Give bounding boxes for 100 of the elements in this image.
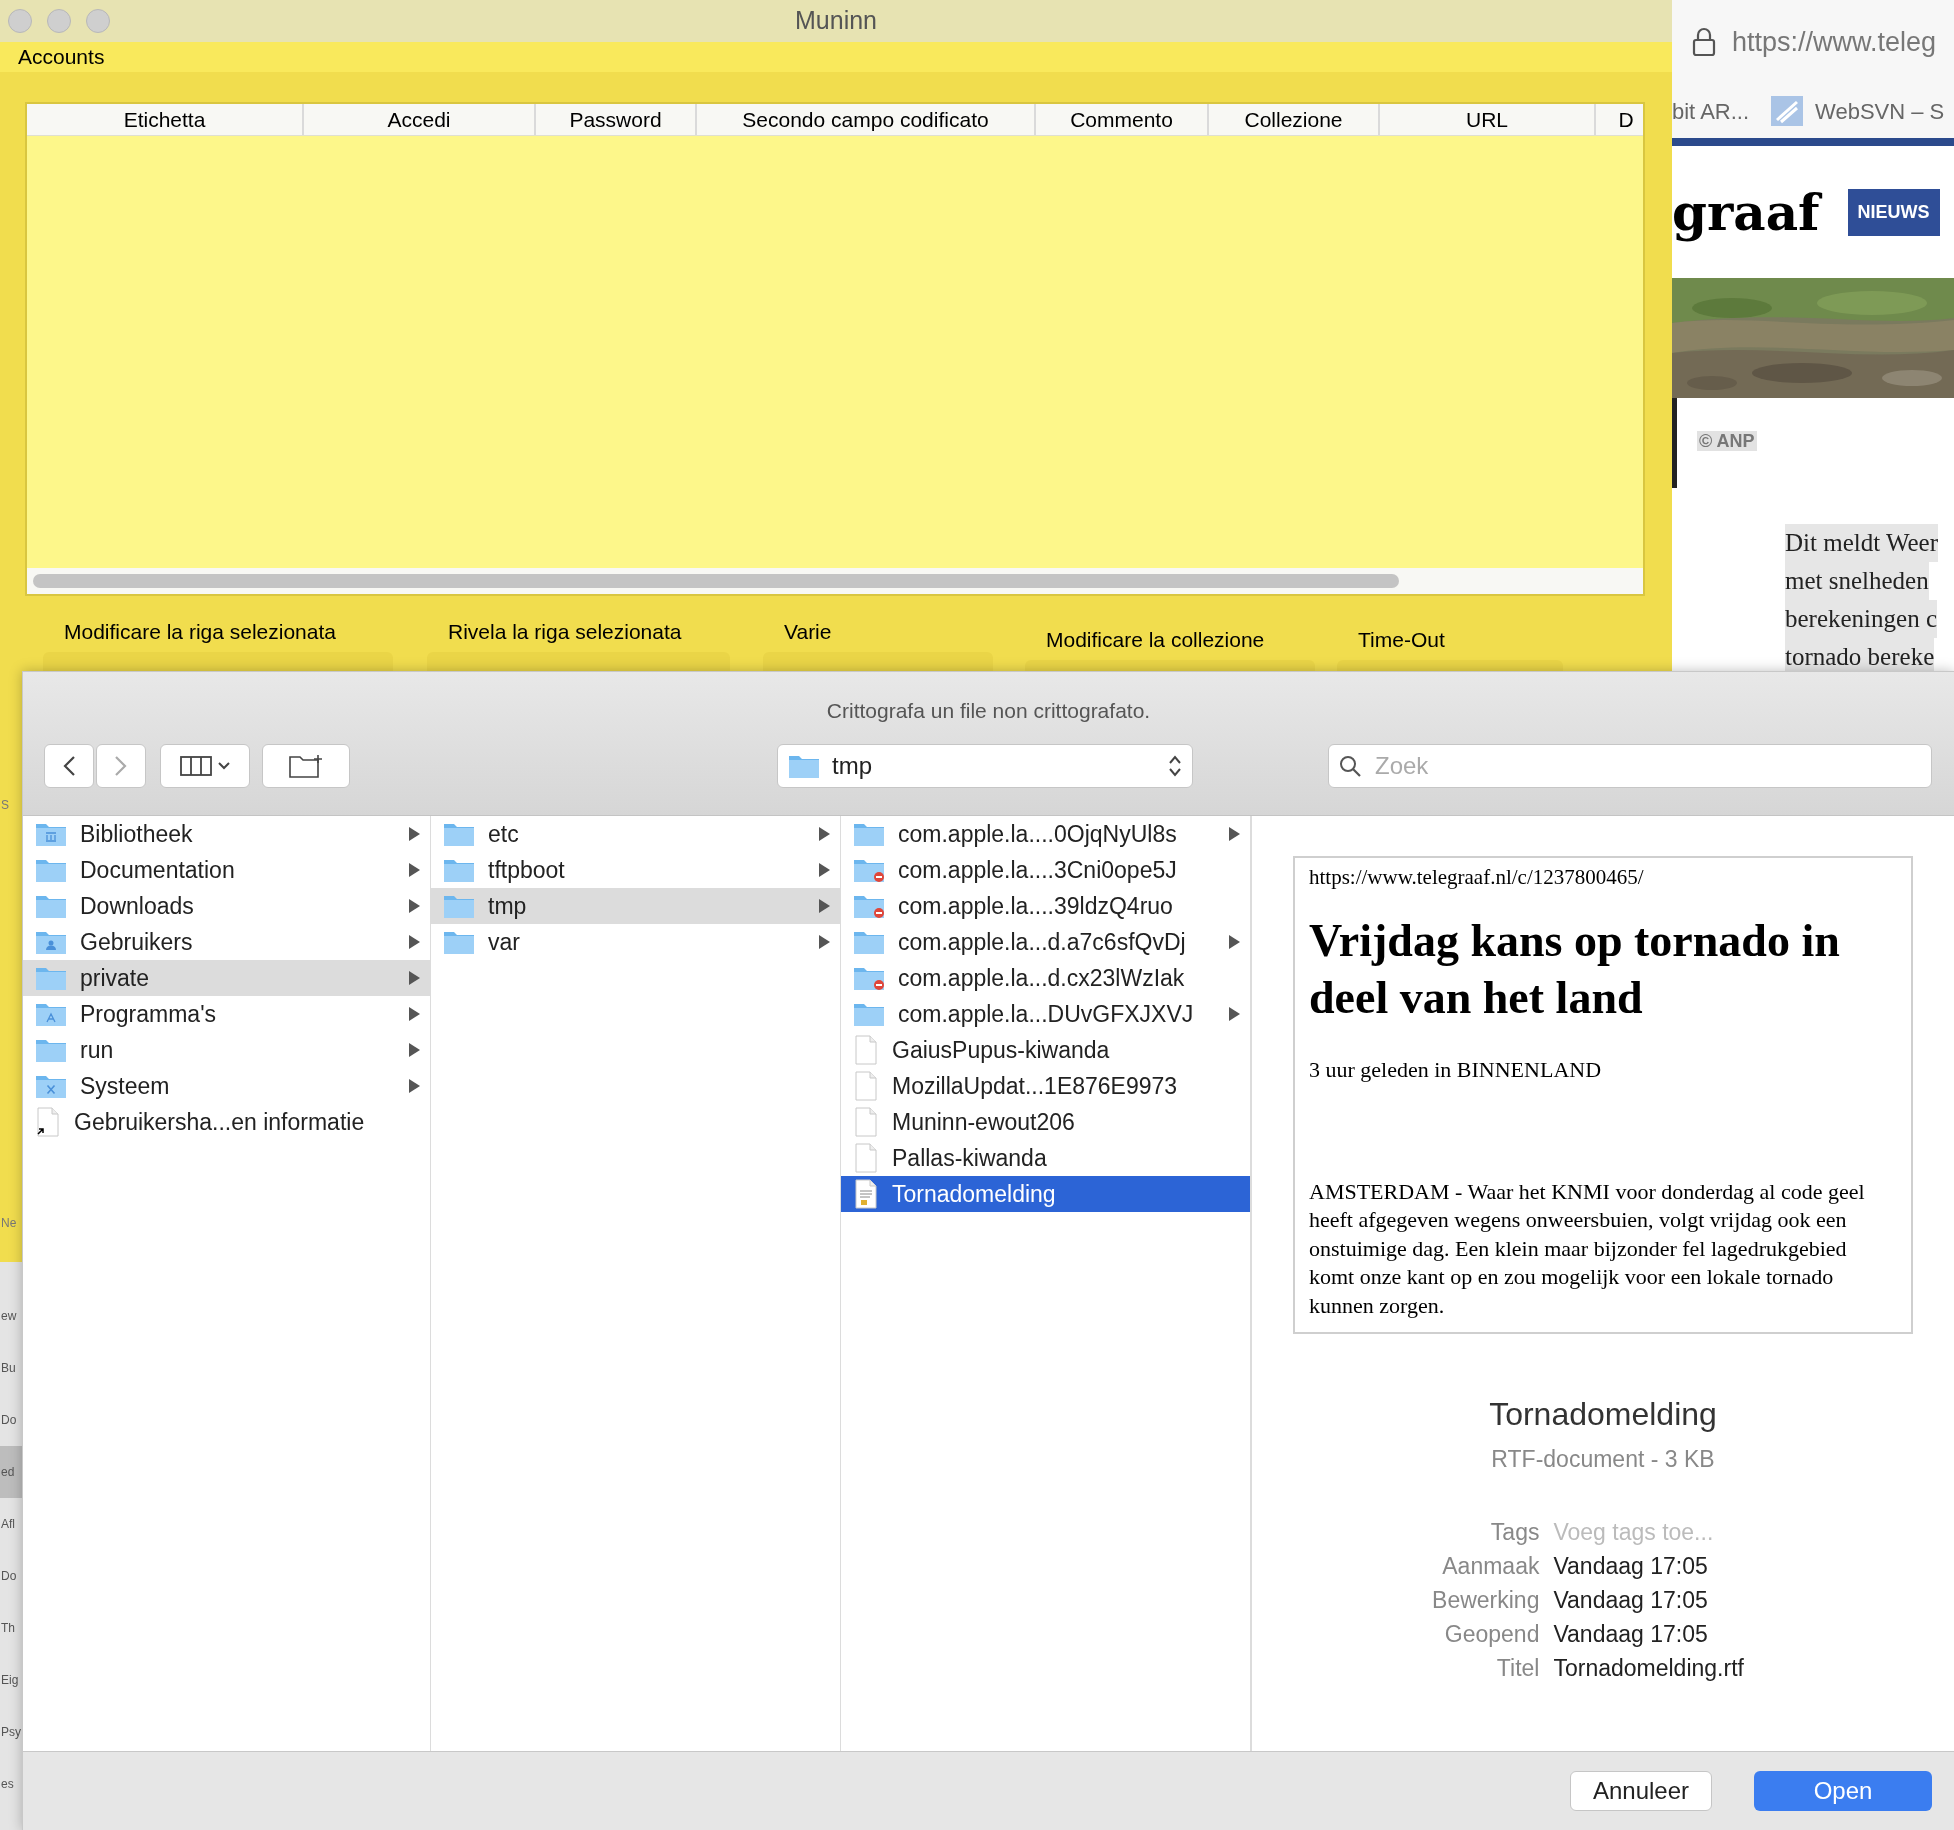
action-label: Time-Out [1358, 627, 1445, 653]
column-header[interactable]: Collezione [1209, 104, 1380, 136]
file-row[interactable]: GaiusPupus-kiwanda [841, 1032, 1250, 1068]
updown-chevron-icon [1168, 753, 1182, 778]
disclosure-triangle-icon [819, 863, 830, 877]
bookmark-link[interactable]: WebSVN – S [1815, 94, 1945, 128]
apps-folder-icon [35, 1001, 67, 1027]
file-name: Tornadomelding [892, 1179, 1056, 1209]
search-icon [1338, 753, 1362, 778]
view-button[interactable] [160, 743, 250, 788]
file-name: com.apple.la...DUvGFXJXVJ [898, 999, 1194, 1029]
column-header[interactable]: Etichetta [27, 104, 304, 136]
info-label: Titel [1495, 1653, 1540, 1683]
cancel-button[interactable]: Annuleer [1570, 1771, 1712, 1811]
document-heading: Vrijdag kans op tornado in deel van het land [1309, 913, 1841, 1025]
column-header[interactable]: D [1596, 104, 1643, 136]
file-row[interactable]: Systeem [23, 1068, 430, 1104]
file-row[interactable]: tftpboot [431, 852, 840, 888]
menu-item[interactable]: Accounts [18, 41, 105, 73]
file-row[interactable]: run [23, 1032, 430, 1068]
info-value: Tornadomelding.rtf [1553, 1653, 1744, 1683]
file-row[interactable]: Documentation [23, 852, 430, 888]
users-folder-icon [35, 929, 67, 955]
alias-document-icon [35, 1107, 61, 1137]
file-row[interactable]: com.apple.la...DUvGFXJXVJ [841, 996, 1250, 1032]
window-title: Muninn [795, 5, 877, 37]
file-name: GaiusPupus-kiwanda [892, 1035, 1110, 1065]
info-label: Bewerking [1432, 1585, 1540, 1615]
search-field[interactable]: Zoek [1328, 743, 1932, 788]
document-meta: 3 uur geleden in BINNENLAND [1309, 1055, 1603, 1084]
info-label: Aanmaak [1441, 1551, 1540, 1581]
file-name: Documentation [80, 855, 235, 885]
article-text: Dit meldt Weer [1785, 524, 1939, 562]
file-row[interactable]: com.apple.la....3Cni0ope5J [841, 852, 1250, 888]
folder-icon [35, 1037, 67, 1063]
file-row[interactable]: Programma's [23, 996, 430, 1032]
file-row[interactable]: MozillaUpdat...1E876E9973 [841, 1068, 1250, 1104]
columns-icon [180, 755, 212, 776]
file-name: com.apple.la....3Cni0ope5J [898, 855, 1177, 885]
open-button[interactable]: Open [1754, 1771, 1932, 1811]
file-name: Muninn-ewout206 [892, 1107, 1075, 1137]
file-row[interactable]: com.apple.la...d.cx23lWzIak [841, 960, 1250, 996]
window-control[interactable] [8, 9, 32, 33]
file-row[interactable]: Muninn-ewout206 [841, 1104, 1250, 1140]
system-folder-icon [35, 1073, 67, 1099]
folder-icon [35, 857, 67, 883]
file-row[interactable]: tmp [431, 888, 840, 924]
column-header[interactable]: Commento [1036, 104, 1209, 136]
folder-icon [443, 857, 475, 883]
text-fragment: Ne [0, 1215, 17, 1232]
folder-icon [443, 821, 475, 847]
file-row[interactable]: com.apple.la...d.a7c6sfQvDj [841, 924, 1250, 960]
action-label: Modificare la collezione [1046, 627, 1265, 653]
file-title: Tornadomelding [1489, 1395, 1717, 1435]
path-popup[interactable]: tmp [777, 743, 1193, 788]
document-icon [853, 1035, 879, 1065]
file-row[interactable]: Pallas-kiwanda [841, 1140, 1250, 1176]
file-row[interactable]: com.apple.la....0OjqNyUl8s [841, 816, 1250, 852]
file-row[interactable]: Gebruikers [23, 924, 430, 960]
section-badge[interactable]: NIEUWS [1847, 188, 1940, 236]
folder-icon [853, 857, 885, 883]
disclosure-triangle-icon [409, 1079, 420, 1093]
file-row[interactable]: etc [431, 816, 840, 852]
column-header[interactable]: Accedi [304, 104, 536, 136]
back-button[interactable] [44, 743, 94, 788]
scrollbar[interactable] [33, 574, 1399, 588]
file-name: MozillaUpdat...1E876E9973 [892, 1071, 1178, 1101]
disclosure-triangle-icon [409, 935, 420, 949]
folder-icon [35, 965, 67, 991]
file-name: Bibliotheek [80, 819, 193, 849]
column-header[interactable]: URL [1380, 104, 1596, 136]
file-row[interactable]: Downloads [23, 888, 430, 924]
file-row[interactable]: Tornadomelding [841, 1176, 1250, 1212]
file-name: run [80, 1035, 114, 1065]
library-folder-icon [35, 821, 67, 847]
column-header[interactable]: Secondo campo codificato [697, 104, 1036, 136]
folder-icon [853, 965, 885, 991]
new-folder-button[interactable] [262, 743, 350, 788]
window-control[interactable] [47, 9, 71, 33]
file-row[interactable]: com.apple.la....39ldzQ4ruo [841, 888, 1250, 924]
document-body: AMSTERDAM - Waar het KNMI voor donderdag al code geel heeft afgegeven wegens onweersbuien, volgt vrijdag ook een onstuimige dag. Een klein maar bijzonder fel lagedrukgebied komt onze kant op en zou mogelijk voor een lokale tornado kunnen zorgen. [1309, 1177, 1866, 1320]
file-row[interactable]: private [23, 960, 430, 996]
window-control[interactable] [86, 9, 110, 33]
file-row[interactable]: var [431, 924, 840, 960]
chevron-down-icon [218, 761, 230, 770]
folder-icon [853, 1001, 885, 1027]
column-header[interactable]: Password [536, 104, 697, 136]
disclosure-triangle-icon [819, 935, 830, 949]
bookmark-link[interactable]: bit AR... [1672, 94, 1750, 128]
disclosure-triangle-icon [409, 1007, 420, 1021]
file-name: Downloads [80, 891, 194, 921]
disclosure-triangle-icon [1229, 935, 1240, 949]
file-name: tmp [488, 891, 527, 921]
url-text[interactable]: https://www.teleg [1732, 21, 1937, 63]
folder-icon [853, 893, 885, 919]
disclosure-triangle-icon [409, 899, 420, 913]
file-row[interactable]: Gebruikersha...en informatie [23, 1104, 430, 1140]
disclosure-triangle-icon [409, 1043, 420, 1057]
disclosure-triangle-icon [409, 971, 420, 985]
file-row[interactable]: Bibliotheek [23, 816, 430, 852]
